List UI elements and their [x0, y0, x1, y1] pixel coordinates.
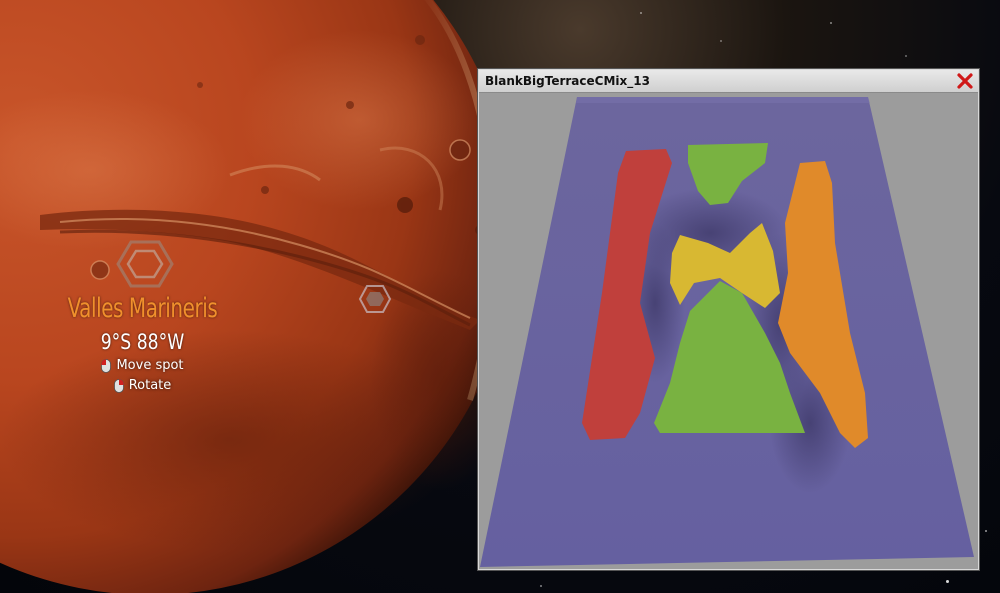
game-viewport[interactable]: Valles Marineris 9°S 88°W Move spot Rota…: [0, 0, 1000, 593]
mouse-right-icon: [113, 379, 124, 393]
window-title: BlankBigTerraceCMix_13: [485, 74, 650, 88]
landing-spot-marker[interactable]: [116, 238, 174, 290]
map-preview-window[interactable]: BlankBigTerraceCMix_13: [478, 69, 979, 570]
hint-rotate-label: Rotate: [128, 378, 172, 393]
hint-rotate: Rotate: [45, 376, 240, 396]
location-name: Valles Marineris: [67, 293, 218, 324]
hint-move-spot-label: Move spot: [116, 358, 184, 373]
hint-move-spot: Move spot: [45, 356, 240, 376]
mouse-left-icon: [101, 359, 112, 373]
window-titlebar[interactable]: BlankBigTerraceCMix_13: [479, 70, 978, 93]
close-icon[interactable]: [956, 72, 974, 90]
location-coordinates: 9°S 88°W: [100, 330, 185, 354]
terrain-heightmap-preview: [480, 97, 974, 567]
location-info-panel: Valles Marineris 9°S 88°W Move spot Rota…: [45, 292, 240, 396]
selected-spot-marker[interactable]: [358, 284, 392, 314]
